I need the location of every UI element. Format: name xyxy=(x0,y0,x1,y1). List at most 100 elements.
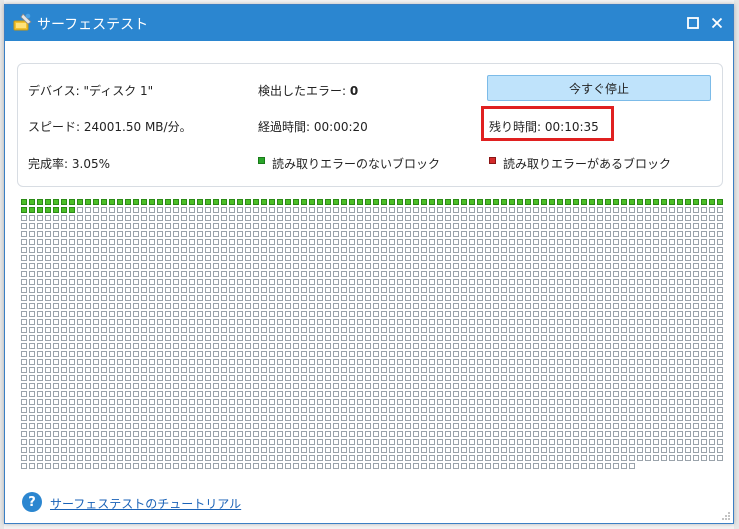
disk-block xyxy=(389,207,395,213)
disk-block xyxy=(149,391,155,397)
disk-block xyxy=(589,415,595,421)
disk-block xyxy=(637,271,643,277)
disk-block xyxy=(509,311,515,317)
disk-block xyxy=(405,279,411,285)
disk-block xyxy=(557,263,563,269)
disk-block xyxy=(125,255,131,261)
disk-block xyxy=(429,439,435,445)
disk-block xyxy=(397,263,403,269)
title-bar[interactable]: サーフェステスト xyxy=(5,5,733,41)
disk-block xyxy=(405,415,411,421)
disk-block xyxy=(685,239,691,245)
disk-block xyxy=(77,463,83,469)
disk-block xyxy=(37,415,43,421)
disk-block xyxy=(229,391,235,397)
tutorial-link[interactable]: サーフェステストのチュートリアル xyxy=(50,495,241,512)
disk-block xyxy=(341,463,347,469)
disk-block xyxy=(117,431,123,437)
disk-block xyxy=(501,279,507,285)
disk-block xyxy=(373,407,379,413)
disk-block xyxy=(205,287,211,293)
disk-block xyxy=(405,223,411,229)
disk-block xyxy=(413,271,419,277)
disk-block xyxy=(501,255,507,261)
disk-block xyxy=(693,287,699,293)
disk-block xyxy=(653,279,659,285)
disk-block xyxy=(221,287,227,293)
disk-block xyxy=(565,199,571,205)
disk-block xyxy=(581,231,587,237)
disk-block xyxy=(397,359,403,365)
disk-block xyxy=(21,271,27,277)
disk-block xyxy=(245,439,251,445)
disk-block xyxy=(29,367,35,373)
disk-block xyxy=(221,295,227,301)
disk-block xyxy=(213,431,219,437)
disk-block xyxy=(653,351,659,357)
disk-block xyxy=(541,215,547,221)
disk-block xyxy=(533,311,539,317)
disk-block xyxy=(269,407,275,413)
disk-block xyxy=(301,263,307,269)
disk-block xyxy=(261,399,267,405)
disk-block xyxy=(581,215,587,221)
disk-block xyxy=(669,311,675,317)
disk-block xyxy=(709,223,715,229)
disk-block xyxy=(413,247,419,253)
disk-block xyxy=(413,367,419,373)
disk-block xyxy=(389,287,395,293)
disk-block xyxy=(29,319,35,325)
disk-block xyxy=(125,447,131,453)
disk-block xyxy=(141,351,147,357)
disk-block xyxy=(597,415,603,421)
disk-block xyxy=(173,343,179,349)
disk-block xyxy=(109,239,115,245)
disk-block xyxy=(349,239,355,245)
disk-block xyxy=(661,303,667,309)
disk-block xyxy=(261,303,267,309)
disk-block xyxy=(557,207,563,213)
disk-block xyxy=(453,423,459,429)
disk-block xyxy=(421,431,427,437)
disk-block xyxy=(717,207,723,213)
disk-block xyxy=(117,247,123,253)
disk-block xyxy=(181,255,187,261)
disk-block xyxy=(197,319,203,325)
disk-block xyxy=(469,439,475,445)
resize-grip-icon[interactable] xyxy=(721,511,731,521)
disk-block xyxy=(685,271,691,277)
disk-block xyxy=(221,343,227,349)
disk-block xyxy=(533,207,539,213)
disk-block xyxy=(357,311,363,317)
disk-block xyxy=(469,263,475,269)
disk-block xyxy=(125,199,131,205)
disk-block xyxy=(469,319,475,325)
maximize-button[interactable] xyxy=(683,13,703,33)
help-icon[interactable]: ? xyxy=(22,492,42,512)
disk-block xyxy=(557,279,563,285)
disk-block xyxy=(485,199,491,205)
disk-block xyxy=(301,423,307,429)
disk-block xyxy=(501,263,507,269)
disk-block xyxy=(581,383,587,389)
disk-block xyxy=(429,271,435,277)
disk-block xyxy=(469,239,475,245)
close-button[interactable] xyxy=(707,13,727,33)
disk-block xyxy=(85,431,91,437)
disk-block xyxy=(485,407,491,413)
disk-block xyxy=(653,207,659,213)
disk-block xyxy=(541,455,547,461)
disk-block xyxy=(53,343,59,349)
disk-block xyxy=(429,319,435,325)
disk-block xyxy=(285,391,291,397)
disk-block xyxy=(237,343,243,349)
disk-block xyxy=(365,263,371,269)
disk-block xyxy=(157,399,163,405)
disk-block xyxy=(669,263,675,269)
disk-block xyxy=(245,431,251,437)
disk-block xyxy=(509,215,515,221)
disk-block xyxy=(325,231,331,237)
disk-block xyxy=(533,287,539,293)
disk-block xyxy=(293,279,299,285)
stop-now-button[interactable]: 今すぐ停止 xyxy=(487,75,711,101)
